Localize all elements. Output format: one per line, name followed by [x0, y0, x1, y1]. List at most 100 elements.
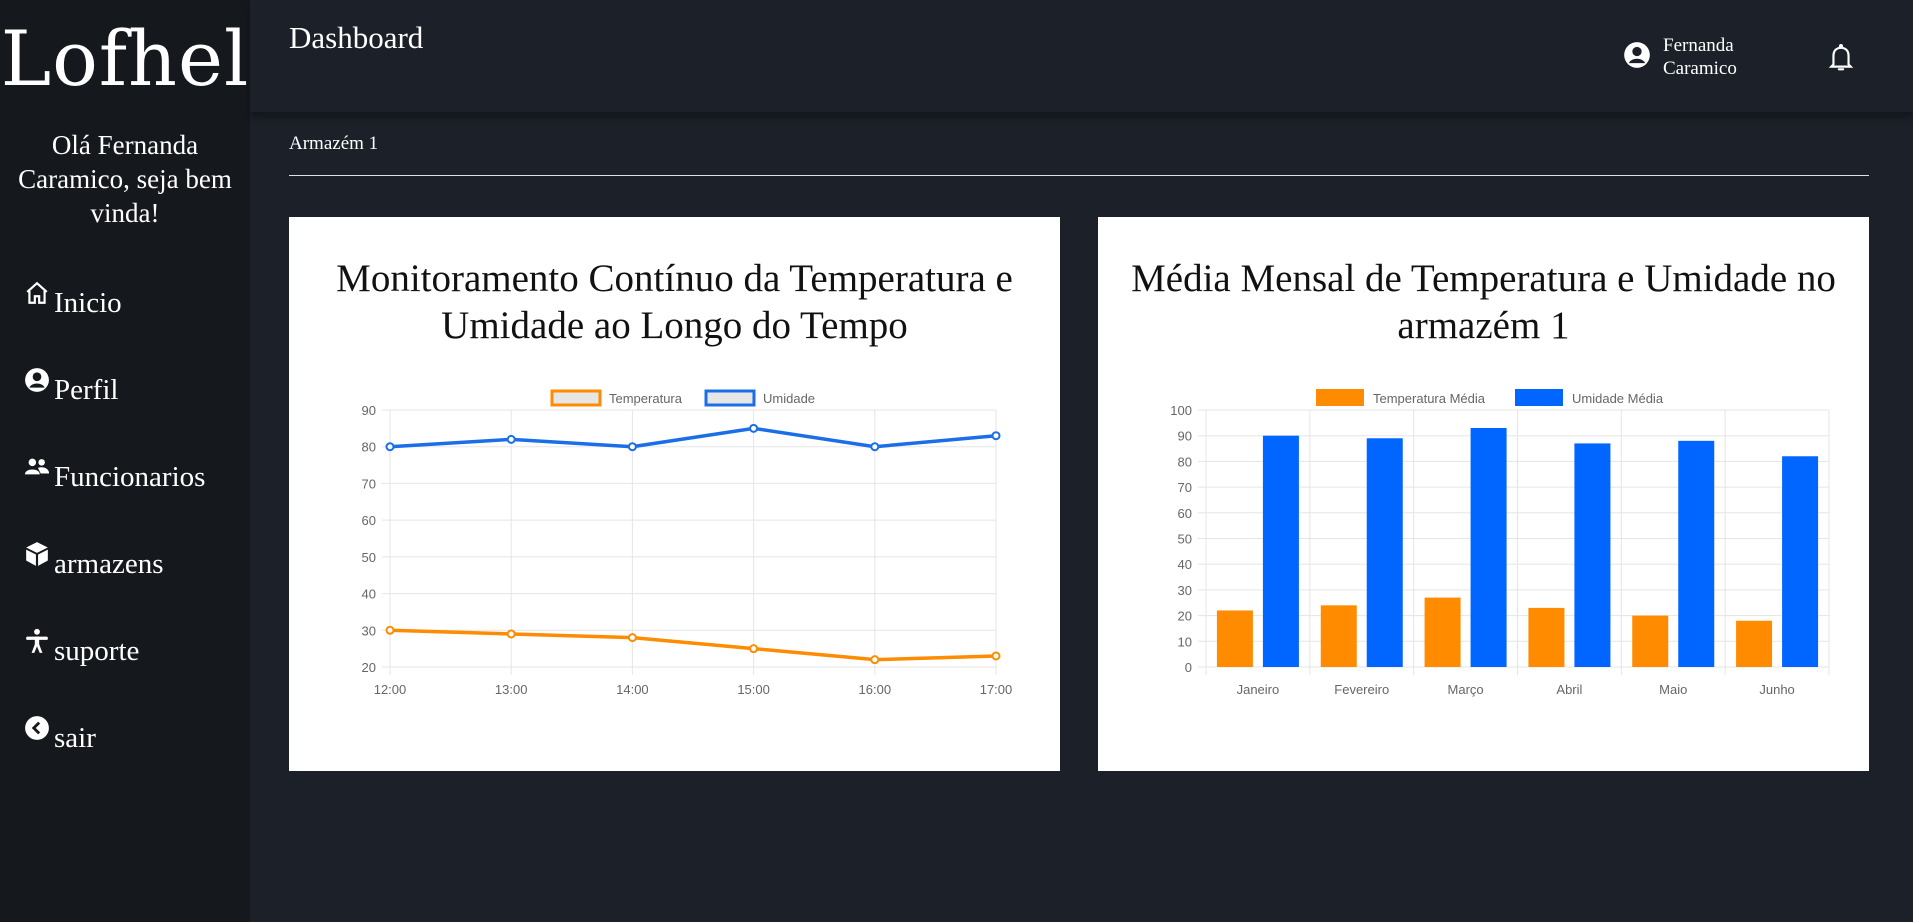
y-tick-label: 10	[1178, 634, 1192, 649]
sidebar-item-sair[interactable]: sair	[24, 715, 96, 755]
sidebar-item-label: Inicio	[54, 287, 122, 319]
y-tick-label: 40	[1178, 557, 1192, 572]
data-point	[506, 434, 516, 444]
legend-label: Temperatura	[609, 391, 683, 406]
top-header: Dashboard Fernanda Caramico	[250, 0, 1913, 112]
sidebar-item-armazens[interactable]: armazens	[24, 541, 164, 581]
bar	[1528, 607, 1565, 667]
y-tick-label: 0	[1185, 660, 1192, 675]
y-tick-label: 60	[362, 513, 376, 528]
data-point	[385, 442, 395, 452]
sidebar-item-label: armazens	[54, 548, 164, 580]
sidebar-item-perfil[interactable]: Perfil	[24, 367, 118, 407]
sidebar-item-label: suporte	[54, 635, 140, 667]
y-tick-label: 20	[362, 660, 376, 675]
legend-swatch	[1316, 389, 1364, 406]
x-tick-label: 15:00	[737, 682, 770, 697]
y-tick-label: 60	[1178, 506, 1192, 521]
y-tick-label: 90	[362, 403, 376, 418]
legend-label: Umidade	[763, 391, 815, 406]
y-tick-label: 70	[362, 476, 376, 491]
data-point	[627, 633, 637, 643]
user-circle-icon	[1623, 41, 1651, 74]
y-tick-label: 50	[362, 550, 376, 565]
bar	[1366, 438, 1403, 667]
bar	[1736, 620, 1773, 667]
y-tick-label: 30	[362, 623, 376, 638]
x-tick-label: 12:00	[374, 682, 407, 697]
users-icon	[24, 454, 54, 484]
y-tick-label: 30	[1178, 583, 1192, 598]
legend-swatch	[704, 389, 756, 407]
section-divider	[289, 175, 1869, 176]
line-chart-card: Monitoramento Contínuo da Temperatura e …	[289, 217, 1060, 771]
bar	[1782, 456, 1819, 667]
data-point	[627, 442, 637, 452]
accessibility-icon	[24, 628, 54, 658]
sidebar: Lofhel Olá Fernanda Caramico, seja bem v…	[0, 0, 250, 922]
bar	[1470, 427, 1507, 667]
user-name: Fernanda Caramico	[1663, 35, 1737, 79]
data-point	[870, 655, 880, 665]
box-icon	[24, 541, 54, 571]
bar	[1424, 597, 1461, 667]
sidebar-item-label: sair	[54, 722, 96, 754]
x-tick-label: 17:00	[980, 682, 1013, 697]
legend-label: Temperatura Média	[1373, 391, 1486, 406]
data-point	[870, 442, 880, 452]
y-tick-label: 20	[1178, 609, 1192, 624]
series-line	[389, 628, 997, 662]
bar	[1574, 443, 1611, 667]
data-point	[506, 629, 516, 639]
sidebar-item-label: Funcionarios	[54, 461, 206, 493]
welcome-greeting: Olá Fernanda Caramico, seja bem vinda!	[18, 130, 232, 228]
legend-swatch	[550, 389, 602, 407]
home-icon	[24, 280, 54, 310]
sidebar-item-label: Perfil	[54, 374, 119, 406]
data-point	[991, 431, 1001, 441]
y-tick-label: 80	[362, 440, 376, 455]
bar	[1320, 605, 1357, 667]
x-tick-label: 14:00	[616, 682, 649, 697]
series-line	[389, 426, 997, 449]
x-tick-label: 13:00	[495, 682, 528, 697]
data-point	[749, 644, 759, 654]
x-tick-label: Maio	[1659, 682, 1687, 697]
chart-title: Média Mensal de Temperatura e Umidade no…	[1131, 257, 1836, 347]
bar	[1216, 610, 1253, 667]
data-point	[385, 625, 395, 635]
bar	[1678, 440, 1715, 667]
data-point	[749, 423, 759, 433]
bell-icon	[1828, 44, 1854, 76]
chart-legend: Temperatura Umidade	[550, 389, 815, 407]
logo-text: Lofhel	[0, 14, 250, 103]
user-menu[interactable]: Fernanda Caramico	[1623, 34, 1753, 80]
bar-chart: 0 10 20 30 40 50 60 70 80 90 100 Temperatura Média U…	[1170, 389, 1830, 697]
x-tick-label: Março	[1448, 682, 1484, 697]
x-tick-label: Junho	[1759, 682, 1794, 697]
y-tick-label: 40	[362, 587, 376, 602]
bar	[1632, 615, 1669, 667]
chart-legend: Temperatura Média Umidade Média	[1316, 389, 1664, 406]
y-tick-label: 80	[1178, 454, 1192, 469]
line-chart: 20 30 40 50 60 70 80 90 12:00 13:00 14:00 15:00 16:0…	[362, 389, 1013, 697]
user-circle-icon	[24, 367, 54, 397]
y-tick-label: 70	[1178, 480, 1192, 495]
section-title: Armazém 1	[289, 133, 379, 154]
chart-gridlines	[382, 409, 997, 675]
sidebar-item-suporte[interactable]: suporte	[24, 628, 139, 668]
page-title: Dashboard	[289, 20, 424, 55]
sidebar-item-inicio[interactable]: Inicio	[24, 280, 122, 320]
data-point	[991, 651, 1001, 661]
brand-logo[interactable]: Lofhel	[0, 14, 250, 104]
bar-chart-card: Média Mensal de Temperatura e Umidade no…	[1098, 217, 1869, 771]
legend-swatch	[1515, 389, 1563, 406]
x-tick-label: 16:00	[859, 682, 892, 697]
x-tick-label: Abril	[1556, 682, 1582, 697]
legend-label: Umidade Média	[1572, 391, 1664, 406]
sidebar-item-funcionarios[interactable]: Funcionarios	[24, 454, 205, 494]
notification-bell-button[interactable]	[1828, 44, 1854, 77]
x-tick-label: Fevereiro	[1334, 682, 1389, 697]
bar	[1262, 435, 1299, 667]
y-tick-label: 90	[1178, 429, 1192, 444]
